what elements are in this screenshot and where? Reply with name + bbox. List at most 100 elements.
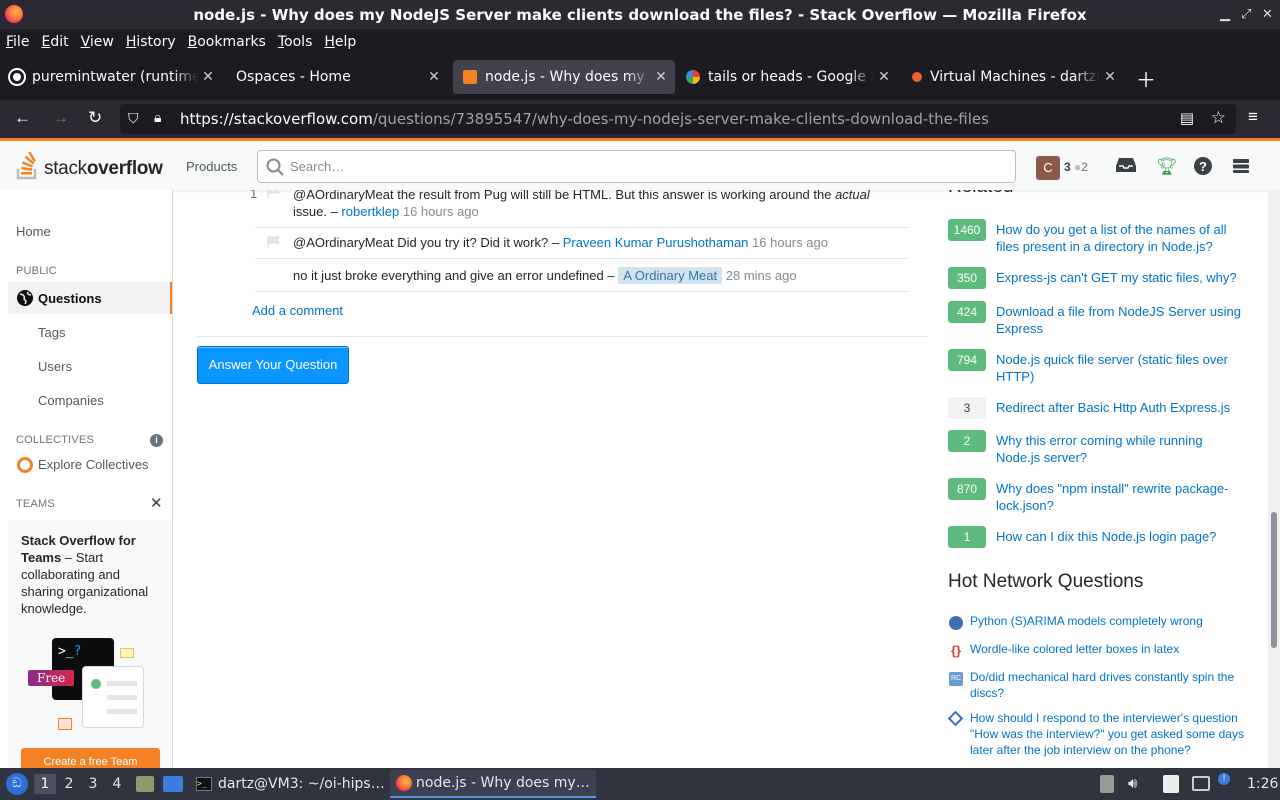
sidebar-heading-teams: TEAMS — [16, 498, 55, 510]
tab-virtual-machines[interactable]: Virtual Machines - dartz@ ✕ — [902, 60, 1124, 94]
notification-icon[interactable]: ! — [1218, 773, 1230, 785]
workspace-4[interactable]: 4 — [106, 774, 128, 794]
stackoverflow-logo[interactable]: stackoverflow — [16, 152, 163, 180]
menu-view[interactable]: View — [81, 34, 114, 50]
comment-score: 1 — [250, 190, 258, 201]
start-menu-icon[interactable]: ඞ — [6, 773, 28, 795]
comment-time: 28 mins ago — [725, 268, 797, 283]
avatar[interactable]: C — [1036, 156, 1060, 180]
back-icon[interactable]: ← — [14, 108, 31, 128]
hamburger-menu-icon[interactable]: ≡ — [1248, 107, 1258, 127]
svg-text:?: ? — [1199, 159, 1207, 174]
display-icon[interactable] — [1192, 776, 1210, 791]
menu-file[interactable]: File — [6, 34, 29, 50]
menu-bookmarks[interactable]: Bookmarks — [188, 34, 266, 50]
sidebar-item-questions[interactable]: Questions — [8, 282, 172, 314]
taskbar: ඞ 1 2 3 4 >_ dartz@VM3: ~/oi-hips… node.… — [0, 768, 1280, 800]
comment-divider — [255, 291, 908, 292]
site-switcher-icon[interactable] — [1232, 157, 1250, 180]
inbox-icon[interactable] — [1116, 157, 1136, 178]
comment-user-link[interactable]: Praveen Kumar Purushothaman — [563, 235, 749, 250]
comment-time: 16 hours ago — [402, 204, 479, 219]
close-tab-icon[interactable]: ✕ — [651, 69, 671, 85]
flag-icon[interactable] — [267, 190, 281, 198]
close-window-icon[interactable]: ✕ — [1262, 6, 1273, 22]
search-icon — [266, 158, 284, 176]
create-team-button[interactable]: Create a free Team — [21, 748, 160, 768]
show-desktop-icon[interactable] — [163, 776, 183, 792]
comment-user-link-op[interactable]: A Ordinary Meat — [618, 267, 723, 284]
volume-icon[interactable]: 🔊︎ — [1128, 774, 1137, 792]
sidebar-heading-public: PUBLIC — [16, 265, 57, 277]
collectives-icon — [17, 457, 33, 473]
free-badge: Free — [28, 670, 75, 686]
help-icon[interactable]: ? — [1194, 157, 1212, 180]
tab-google-search[interactable]: tails or heads - Google Search ✕ — [676, 60, 898, 94]
url-bar[interactable]: ⛉ 🔒︎ https://stackoverflow.com/questions… — [120, 104, 1236, 134]
scrollbar-thumb[interactable] — [1271, 512, 1277, 648]
github-icon — [10, 70, 24, 84]
minimize-icon[interactable]: ▁ — [1220, 6, 1230, 22]
clipboard-icon[interactable] — [1100, 775, 1114, 793]
comment: no it just broke everything and give an … — [293, 267, 797, 284]
new-tab-icon[interactable]: ＋ — [1136, 64, 1156, 93]
notes-icon[interactable] — [1163, 775, 1179, 793]
answer-your-question-button[interactable]: Answer Your Question — [197, 346, 349, 384]
close-tab-icon[interactable]: ✕ — [874, 69, 894, 85]
flag-icon[interactable] — [267, 236, 281, 248]
teams-promo-card: Stack Overflow for Teams – Start collabo… — [8, 520, 172, 768]
stats-site-icon — [949, 616, 963, 630]
left-sidebar: Home PUBLIC Questions Tags Users Compani… — [0, 190, 173, 768]
menu-history[interactable]: History — [126, 34, 176, 50]
shield-icon[interactable]: ⛉ — [128, 110, 139, 127]
close-tab-icon[interactable]: ✕ — [424, 69, 444, 85]
reload-icon[interactable]: ↻ — [88, 108, 102, 128]
products-menu[interactable]: Products — [186, 159, 237, 174]
reader-view-icon[interactable]: ▤ — [1180, 109, 1194, 127]
window-titlebar: node.js - Why does my NodeJS Server make… — [0, 0, 1280, 29]
search-placeholder: Search… — [290, 159, 345, 174]
taskbar-terminal[interactable]: >_ dartz@VM3: ~/oi-hips… — [190, 770, 391, 798]
lock-icon[interactable]: 🔒︎ — [154, 109, 161, 126]
workspace-1[interactable]: 1 — [34, 774, 56, 794]
reputation-badge[interactable]: 3 ●2 — [1064, 160, 1088, 174]
forward-icon[interactable]: → — [52, 108, 69, 128]
vm-favicon — [912, 72, 922, 82]
tab-nodejs-active[interactable]: node.js - Why does my NodeJS ✕ — [453, 60, 675, 94]
workspace-2[interactable]: 2 — [58, 774, 80, 794]
maximize-icon[interactable]: ⤢ — [1241, 6, 1251, 22]
globe-icon — [17, 290, 33, 306]
url-text[interactable]: https://stackoverflow.com/questions/7389… — [180, 110, 989, 128]
achievements-icon[interactable]: 🏆︎ — [1156, 157, 1178, 177]
taskbar-firefox[interactable]: node.js - Why does my… — [390, 770, 596, 798]
search-input[interactable]: Search… — [257, 150, 1016, 183]
terminal-icon: >_ — [196, 777, 212, 791]
firefox-icon — [396, 775, 412, 791]
close-tab-icon[interactable]: ✕ — [198, 69, 218, 85]
sidebar-item-explore-collectives[interactable]: Explore Collectives — [38, 457, 149, 472]
close-tab-icon[interactable]: ✕ — [1100, 69, 1120, 85]
add-comment-link[interactable]: Add a comment — [252, 303, 343, 318]
workspace-3[interactable]: 3 — [82, 774, 104, 794]
clock: 1:26 — [1247, 776, 1279, 792]
comment-divider — [255, 258, 908, 259]
tab-ospaces[interactable]: Ospaces - Home ✕ — [226, 60, 448, 94]
sidebar-item-home[interactable]: Home — [16, 224, 51, 239]
sidebar-item-tags[interactable]: Tags — [38, 325, 65, 340]
tab-bar: puremintwater (runtime) ✕ Ospaces - Home… — [0, 54, 1280, 100]
sidebar-item-users[interactable]: Users — [38, 359, 72, 374]
navigation-bar: ← → ↻ ⛉ 🔒︎ https://stackoverflow.com/que… — [0, 100, 1280, 138]
info-icon[interactable]: i — [150, 434, 163, 447]
sidebar-item-companies[interactable]: Companies — [38, 393, 104, 408]
menu-edit[interactable]: Edit — [41, 34, 68, 50]
page-scrollbar[interactable] — [1268, 190, 1280, 768]
comment: @AOrdinaryMeat Did you try it? Did it wo… — [293, 235, 828, 250]
bookmark-star-icon[interactable]: ☆ — [1211, 108, 1226, 128]
comment-user-link[interactable]: robertklep — [341, 204, 399, 219]
close-icon[interactable]: ✕ — [150, 494, 163, 512]
file-manager-icon[interactable] — [136, 776, 154, 792]
tab-puremintwater[interactable]: puremintwater (runtime) ✕ — [0, 60, 222, 94]
window-title: node.js - Why does my NodeJS Server make… — [193, 5, 1087, 24]
menu-tools[interactable]: Tools — [278, 34, 313, 50]
menu-help[interactable]: Help — [324, 34, 356, 50]
